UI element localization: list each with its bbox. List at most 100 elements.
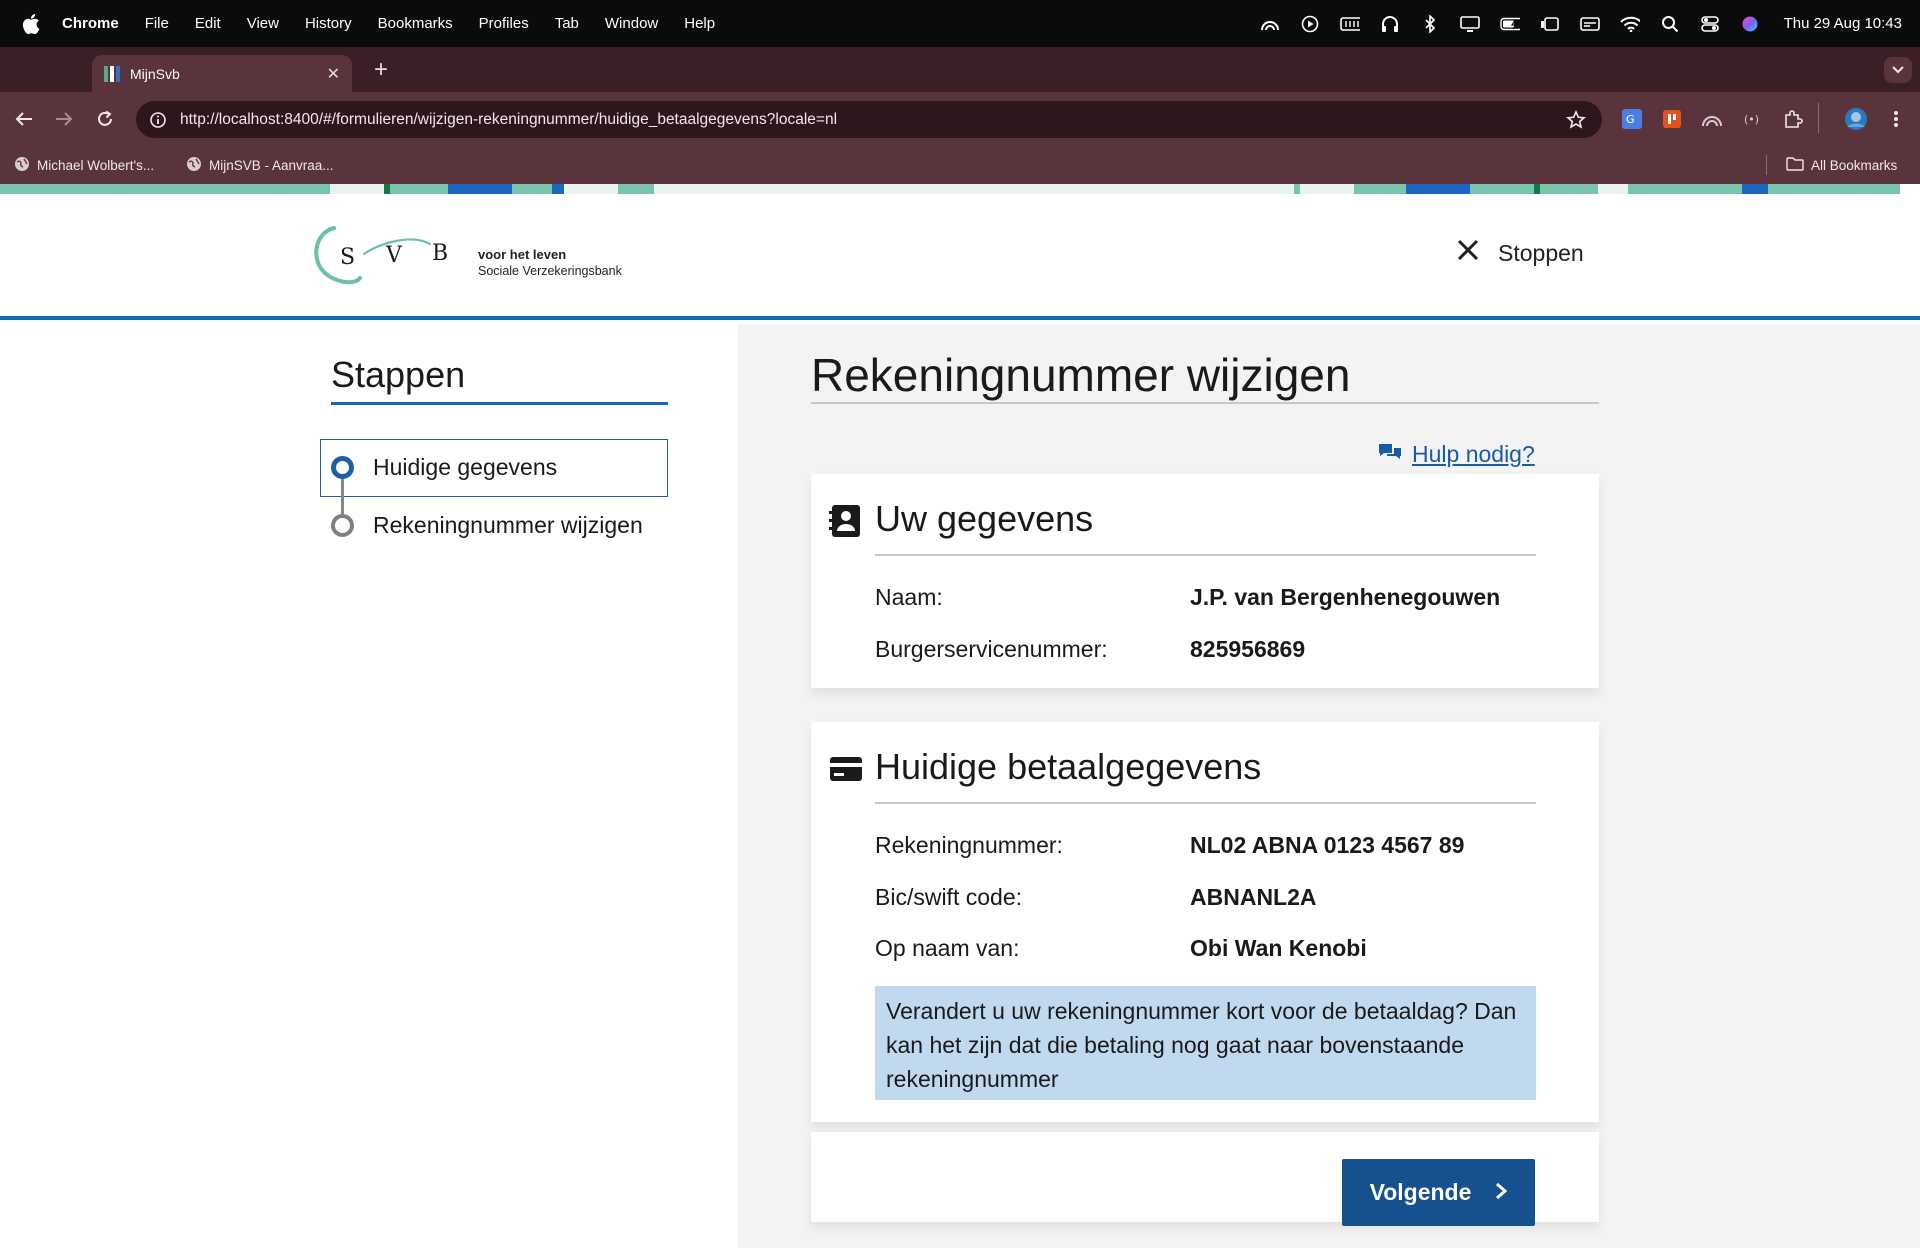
help-label: Hulp nodig?: [1412, 441, 1535, 467]
stop-label: Stoppen: [1498, 239, 1584, 266]
menu-file[interactable]: File: [145, 15, 169, 32]
play-icon[interactable]: [1300, 14, 1320, 34]
menu-bookmarks[interactable]: Bookmarks: [378, 15, 453, 32]
wireless-extension-icon[interactable]: (•): [1741, 107, 1765, 131]
svb-logo[interactable]: S V B voor het leven Sociale Verzekering…: [312, 222, 642, 296]
chat-bubbles-icon: [1378, 441, 1402, 468]
tab-search-chevron-icon[interactable]: [1884, 57, 1912, 83]
battery-icon[interactable]: [1499, 14, 1520, 34]
account-number-value: NL02 ABNA 0123 4567 89: [1190, 832, 1465, 858]
svb-favicon-icon: [104, 65, 120, 82]
menu-app-chrome[interactable]: Chrome: [62, 15, 119, 32]
profile-avatar-icon[interactable]: [1844, 107, 1868, 131]
menu-help[interactable]: Help: [684, 15, 715, 32]
bic-swift-value: ABNANL2A: [1190, 884, 1317, 910]
macos-menu-bar: Chrome File Edit View History Bookmarks …: [0, 0, 1920, 47]
browser-toolbar: http://localhost:8400/#/formulieren/wijz…: [0, 92, 1920, 146]
address-bar[interactable]: http://localhost:8400/#/formulieren/wijz…: [136, 101, 1602, 138]
wifi-icon[interactable]: [1619, 14, 1640, 34]
chrome-menu-kebab-icon[interactable]: [1884, 107, 1908, 131]
translate-extension-icon[interactable]: G: [1620, 107, 1644, 131]
card-icon[interactable]: [1579, 14, 1600, 34]
bsn-value: 825956869: [1190, 636, 1306, 662]
bsn-label: Burgerservicenummer:: [875, 636, 1108, 662]
all-bookmarks-button[interactable]: All Bookmarks: [1786, 156, 1897, 174]
chevron-right-icon: [1495, 1179, 1508, 1206]
bookmarks-bar: Michael Wolbert's... MijnSVB - Aanvraa..…: [0, 146, 1920, 184]
payday-warning-notice: Verandert u uw rekeningnummer kort voor …: [875, 986, 1536, 1100]
bookmarks-divider: [1766, 155, 1767, 175]
bookmark-item[interactable]: MijnSVB - Aanvraa...: [186, 156, 334, 175]
bookmark-label: Michael Wolbert's...: [37, 158, 155, 173]
status-icons: Thu 29 Aug 10:43: [1260, 0, 1902, 47]
payment-details-title: Huidige betaalgegevens: [875, 746, 1262, 787]
site-header: S V B voor het leven Sociale Verzekering…: [0, 194, 1920, 320]
page-viewport: S V B voor het leven Sociale Verzekering…: [0, 184, 1920, 1248]
bookmark-label: MijnSVB - Aanvraa...: [209, 158, 334, 173]
menu-window[interactable]: Window: [605, 15, 658, 32]
logo-letter-s: S: [340, 245, 355, 270]
url-text[interactable]: http://localhost:8400/#/formulieren/wijz…: [180, 111, 837, 129]
browser-tab-active[interactable]: MijnSvb ✕: [92, 55, 352, 92]
back-arrow-icon[interactable]: [10, 105, 38, 133]
brand-color-stripe: [0, 184, 1920, 194]
help-link[interactable]: Hulp nodig?: [1378, 441, 1535, 468]
globe-icon: [14, 156, 30, 175]
account-number-label: Rekeningnummer:: [875, 832, 1063, 858]
account-holder-value: Obi Wan Kenobi: [1190, 935, 1367, 961]
folder-icon: [1786, 156, 1804, 174]
browser-tab-strip: MijnSvb ✕ +: [0, 47, 1920, 92]
rainbow-extension-icon[interactable]: [1700, 107, 1724, 131]
stage-manager-icon[interactable]: [1540, 14, 1560, 34]
next-label: Volgende: [1369, 1179, 1472, 1205]
new-tab-plus-icon[interactable]: +: [366, 55, 396, 85]
close-icon: [1456, 238, 1480, 268]
menu-tab[interactable]: Tab: [555, 15, 579, 32]
reload-icon[interactable]: [91, 105, 119, 133]
forward-arrow-icon[interactable]: [50, 105, 78, 133]
menu-view[interactable]: View: [247, 15, 279, 32]
globe-icon: [186, 156, 202, 175]
extensions-puzzle-icon[interactable]: [1781, 107, 1805, 131]
control-center-icon[interactable]: [1700, 14, 1720, 34]
svg-text:(•): (•): [1744, 113, 1759, 126]
next-button[interactable]: Volgende: [1342, 1159, 1535, 1226]
tab-close-icon[interactable]: ✕: [327, 64, 340, 84]
card-title-underline: [875, 802, 1536, 804]
display-icon[interactable]: [1459, 14, 1480, 34]
personal-details-card: Uw gegevens Naam: J.P. van Bergenhenegou…: [811, 474, 1599, 688]
account-holder-label: Op naam van:: [875, 935, 1020, 961]
bic-swift-label: Bic/swift code:: [875, 884, 1022, 910]
bookmark-star-icon[interactable]: [1566, 110, 1586, 135]
contact-book-icon: [829, 504, 863, 538]
memory-icon[interactable]: [1339, 14, 1360, 34]
bluetooth-icon[interactable]: [1420, 14, 1440, 34]
logo-tagline: voor het leven: [478, 247, 567, 262]
logo-letter-v: V: [385, 243, 403, 268]
form-content: Rekeningnummer wijzigen Hulp nodig? Uw g…: [0, 324, 1920, 1248]
payment-details-card: Huidige betaalgegevens Rekeningnummer: N…: [811, 722, 1599, 1122]
office-extension-icon[interactable]: [1660, 107, 1684, 131]
menu-profiles[interactable]: Profiles: [479, 15, 529, 32]
menu-edit[interactable]: Edit: [195, 15, 221, 32]
credit-card-icon: [829, 754, 863, 788]
page-title-underline: [811, 402, 1599, 404]
page-title: Rekeningnummer wijzigen: [811, 349, 1351, 401]
menu-bar-clock[interactable]: Thu 29 Aug 10:43: [1784, 15, 1902, 32]
siri-icon[interactable]: [1740, 14, 1760, 34]
logo-organisation: Sociale Verzekeringsbank: [478, 264, 622, 278]
headphones-icon[interactable]: [1380, 14, 1400, 34]
menu-history[interactable]: History: [305, 15, 352, 32]
spotlight-search-icon[interactable]: [1660, 14, 1680, 34]
name-value: J.P. van Bergenhenegouwen: [1190, 584, 1501, 610]
airplay-audio-icon[interactable]: [1260, 14, 1280, 34]
personal-details-title: Uw gegevens: [875, 498, 1094, 539]
apple-icon[interactable]: [22, 13, 44, 34]
bookmark-item[interactable]: Michael Wolbert's...: [14, 156, 154, 175]
svb-logo-mark-icon: S V B: [314, 226, 448, 285]
tab-title: MijnSvb: [130, 65, 180, 82]
name-label: Naam:: [875, 584, 943, 610]
logo-letter-b: B: [432, 241, 448, 266]
stop-button[interactable]: Stoppen: [1456, 238, 1584, 268]
site-info-icon[interactable]: [150, 111, 166, 128]
